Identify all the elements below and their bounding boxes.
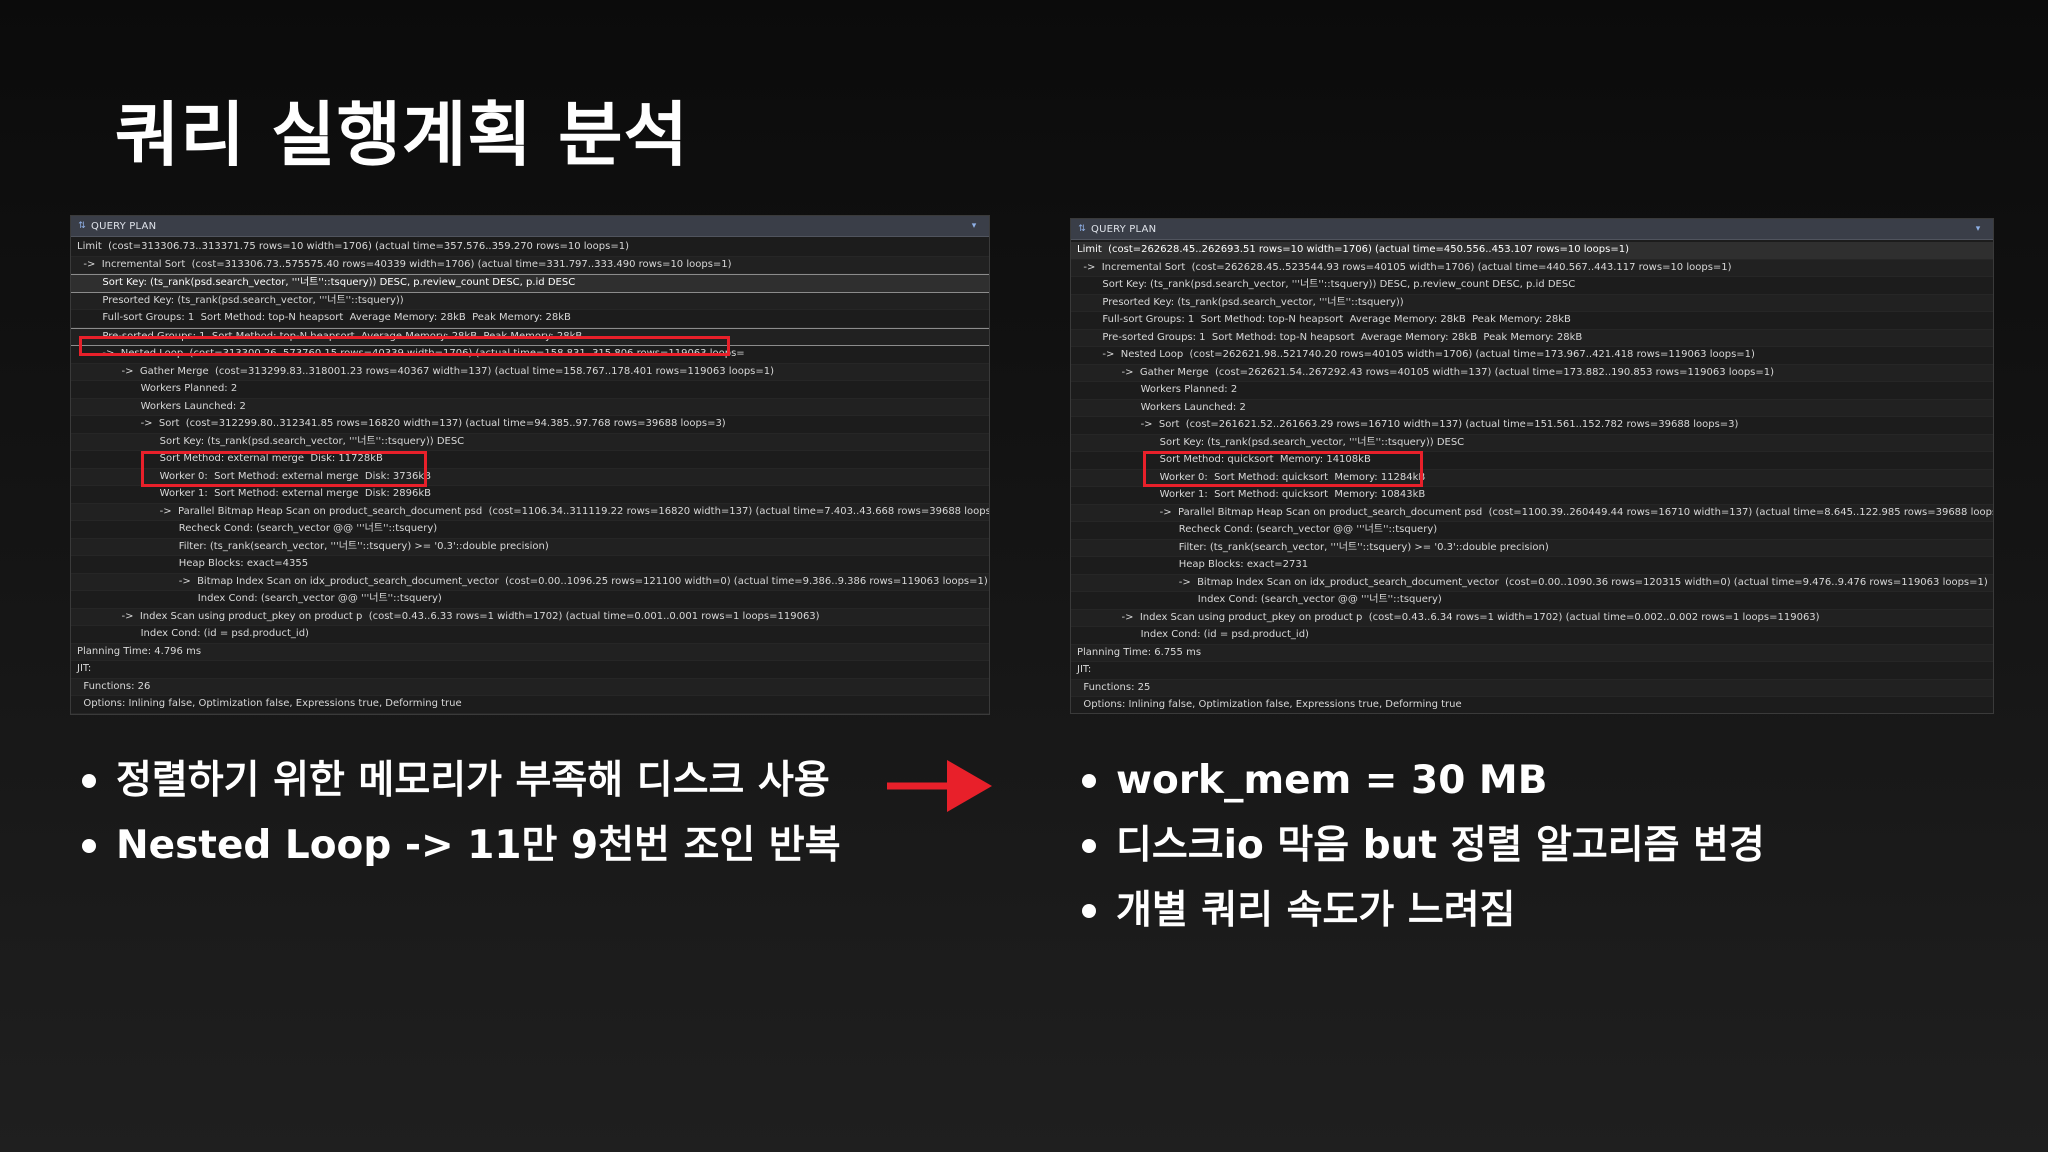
chevron-down-icon[interactable]: ▾ <box>1971 224 1985 234</box>
plan-row[interactable]: -> Incremental Sort (cost=313306.73..575… <box>71 256 989 274</box>
plan-row[interactable]: Worker 0: Sort Method: external merge Di… <box>71 468 989 486</box>
chevron-down-icon[interactable]: ▾ <box>967 221 981 231</box>
bullet-list-before: 정렬하기 위한 메모리가 부족해 디스크 사용 Nested Loop -> 1… <box>80 748 841 878</box>
plan-row[interactable]: Planning Time: 6.755 ms <box>1071 644 1993 662</box>
plan-row[interactable]: Filter: (ts_rank(search_vector, '''너트'':… <box>71 538 989 556</box>
bullet-dot <box>1082 904 1096 918</box>
plan-row[interactable]: Planning Time: 4.796 ms <box>71 643 989 661</box>
plan-row[interactable]: Recheck Cond: (search_vector @@ '''너트'':… <box>71 521 989 539</box>
plan-row[interactable]: Worker 1: Sort Method: external merge Di… <box>71 486 989 504</box>
bullet-item: 디스크io 막음 but 정렬 알고리즘 변경 <box>1080 813 1765 878</box>
bullet-text: 디스크io 막음 but 정렬 알고리즘 변경 <box>1116 823 1765 868</box>
bullet-item: 정렬하기 위한 메모리가 부족해 디스크 사용 <box>80 748 841 813</box>
plan-row[interactable]: Limit (cost=313306.73..313371.75 rows=10… <box>71 239 989 257</box>
sort-icon[interactable]: ⇅ <box>77 221 87 231</box>
plan-row[interactable]: Presorted Key: (ts_rank(psd.search_vecto… <box>1071 294 1993 312</box>
plan-row[interactable]: Sort Key: (ts_rank(psd.search_vector, ''… <box>1071 434 1993 452</box>
plan-row[interactable]: Full-sort Groups: 1 Sort Method: top-N h… <box>71 310 989 328</box>
plan-row[interactable]: -> Sort (cost=261621.52..261663.29 rows=… <box>1071 417 1993 435</box>
plan-row[interactable]: Worker 1: Sort Method: quicksort Memory:… <box>1071 487 1993 505</box>
sort-icon[interactable]: ⇅ <box>1077 224 1087 234</box>
plan-row[interactable]: -> Index Scan using product_pkey on prod… <box>1071 609 1993 627</box>
bullet-text: work_mem = 30 MB <box>1116 758 1548 803</box>
plan-row[interactable]: Sort Method: external merge Disk: 11728k… <box>71 451 989 469</box>
plan-row[interactable]: Functions: 26 <box>71 678 989 696</box>
plan-row[interactable]: Pre-sorted Groups: 1 Sort Method: top-N … <box>71 327 989 346</box>
plan-row[interactable]: Heap Blocks: exact=4355 <box>71 556 989 574</box>
plan-row[interactable]: Workers Launched: 2 <box>1071 399 1993 417</box>
bullet-text: 개별 쿼리 속도가 느려짐 <box>1116 888 1516 933</box>
plan-row[interactable]: Index Cond: (id = psd.product_id) <box>71 626 989 644</box>
plan-row[interactable]: -> Bitmap Index Scan on idx_product_sear… <box>71 573 989 591</box>
bullet-text: 정렬하기 위한 메모리가 부족해 디스크 사용 <box>116 758 830 803</box>
plan-row[interactable]: JIT: <box>71 661 989 679</box>
bullet-text: Nested Loop -> 11만 9천번 조인 반복 <box>116 823 841 868</box>
bullet-dot <box>82 774 96 788</box>
bullet-item: 개별 쿼리 속도가 느려짐 <box>1080 878 1765 943</box>
plan-row[interactable]: Sort Method: quicksort Memory: 14108kB <box>1071 452 1993 470</box>
plan-row[interactable]: Sort Key: (ts_rank(psd.search_vector, ''… <box>71 433 989 451</box>
plan-row[interactable]: Sort Key: (ts_rank(psd.search_vector, ''… <box>1071 277 1993 295</box>
plan-row[interactable]: -> Parallel Bitmap Heap Scan on product_… <box>1071 504 1993 522</box>
plan-row[interactable]: JIT: <box>1071 662 1993 680</box>
plan-row[interactable]: Filter: (ts_rank(search_vector, '''너트'':… <box>1071 539 1993 557</box>
bullet-list-after: work_mem = 30 MB 디스크io 막음 but 정렬 알고리즘 변경… <box>1080 748 1765 943</box>
plan-row[interactable]: Heap Blocks: exact=2731 <box>1071 557 1993 575</box>
plan-row[interactable]: Index Cond: (id = psd.product_id) <box>1071 627 1993 645</box>
plan-row[interactable]: Workers Planned: 2 <box>1071 382 1993 400</box>
plan-row[interactable]: Options: Inlining false, Optimization fa… <box>71 696 989 714</box>
bullet-item: work_mem = 30 MB <box>1080 748 1765 813</box>
plan-row[interactable]: -> Sort (cost=312299.80..312341.85 rows=… <box>71 416 989 434</box>
query-plan-header-label: QUERY PLAN <box>91 220 157 232</box>
query-plan-header[interactable]: ⇅ QUERY PLAN ▾ <box>71 216 989 237</box>
bullet-dot <box>1082 774 1096 788</box>
plan-row[interactable]: -> Parallel Bitmap Heap Scan on product_… <box>71 503 989 521</box>
plan-row[interactable]: Pre-sorted Groups: 1 Sort Method: top-N … <box>1071 329 1993 347</box>
plan-row[interactable]: Workers Launched: 2 <box>71 398 989 416</box>
plan-row[interactable]: -> Nested Loop (cost=313300.26..573760.1… <box>71 346 989 364</box>
plan-row[interactable]: Timing: Generation 3.383 ms, Inlining 0.… <box>71 713 989 714</box>
plan-row[interactable]: Presorted Key: (ts_rank(psd.search_vecto… <box>71 292 989 310</box>
plan-row[interactable]: -> Incremental Sort (cost=262628.45..523… <box>1071 259 1993 277</box>
plan-row[interactable]: -> Gather Merge (cost=262621.54..267292.… <box>1071 364 1993 382</box>
plan-row[interactable]: Full-sort Groups: 1 Sort Method: top-N h… <box>1071 312 1993 330</box>
plan-row[interactable]: Workers Planned: 2 <box>71 381 989 399</box>
bullet-dot <box>1082 839 1096 853</box>
plan-row[interactable]: Functions: 25 <box>1071 679 1993 697</box>
plan-row[interactable]: Index Cond: (search_vector @@ '''너트''::t… <box>1071 592 1993 610</box>
plan-row[interactable]: Index Cond: (search_vector @@ '''너트''::t… <box>71 591 989 609</box>
query-plan-rows: Limit (cost=313306.73..313371.75 rows=10… <box>71 237 989 714</box>
query-plan-after: ⇅ QUERY PLAN ▾ Limit (cost=262628.45..26… <box>1070 218 1994 714</box>
plan-row[interactable]: Recheck Cond: (search_vector @@ '''너트'':… <box>1071 522 1993 540</box>
plan-row[interactable]: -> Gather Merge (cost=313299.83..318001.… <box>71 363 989 381</box>
query-plan-rows: Limit (cost=262628.45..262693.51 rows=10… <box>1071 240 1993 713</box>
bullet-item: Nested Loop -> 11만 9천번 조인 반복 <box>80 813 841 878</box>
plan-row[interactable]: -> Nested Loop (cost=262621.98..521740.2… <box>1071 347 1993 365</box>
query-plan-before: ⇅ QUERY PLAN ▾ Limit (cost=313306.73..31… <box>70 215 990 715</box>
plan-row[interactable]: Options: Inlining false, Optimization fa… <box>1071 697 1993 713</box>
bullet-dot <box>82 839 96 853</box>
query-plan-header[interactable]: ⇅ QUERY PLAN ▾ <box>1071 219 1993 240</box>
plan-row[interactable]: -> Bitmap Index Scan on idx_product_sear… <box>1071 574 1993 592</box>
plan-row[interactable]: Sort Key: (ts_rank(psd.search_vector, ''… <box>71 274 989 293</box>
query-plan-header-label: QUERY PLAN <box>1091 223 1157 235</box>
slide-title: 쿼리 실행계획 분석 <box>115 94 689 176</box>
plan-row[interactable]: Limit (cost=262628.45..262693.51 rows=10… <box>1071 242 1993 260</box>
plan-row[interactable]: Worker 0: Sort Method: quicksort Memory:… <box>1071 469 1993 487</box>
right-arrow-icon <box>887 760 992 812</box>
plan-row[interactable]: -> Index Scan using product_pkey on prod… <box>71 608 989 626</box>
